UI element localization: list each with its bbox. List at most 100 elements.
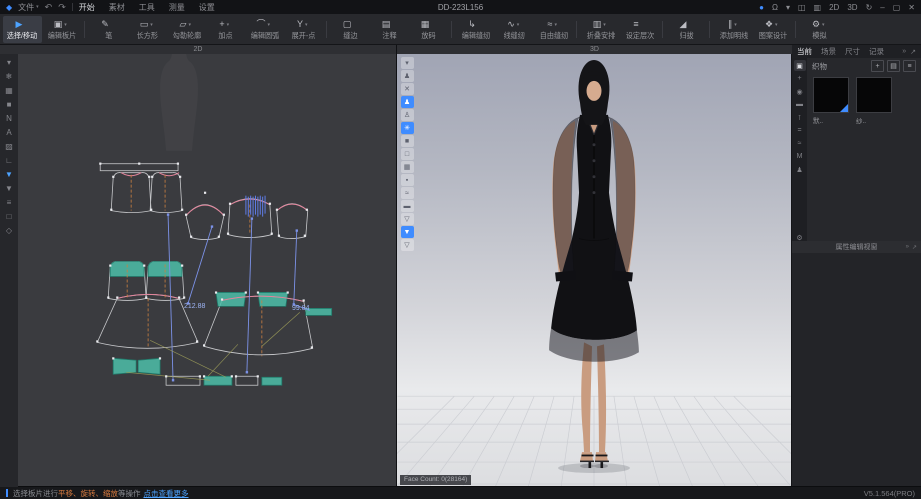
- tab-scene[interactable]: 场景: [821, 46, 836, 57]
- undo-button[interactable]: ↶: [45, 2, 53, 13]
- edit-arc-button[interactable]: ⌒▾ 编辑圆弧: [245, 16, 284, 43]
- texture-icon[interactable]: ▨: [2, 140, 16, 153]
- avatar-selected-icon[interactable]: ♟: [401, 96, 414, 108]
- view-2d-button[interactable]: 2D: [829, 3, 839, 12]
- material-tab-icon[interactable]: M: [794, 151, 806, 162]
- fabric-swatch-yarn[interactable]: 纱..: [856, 77, 892, 125]
- normal-map-icon[interactable]: N: [2, 112, 16, 125]
- layout-columns-icon[interactable]: ▥: [814, 3, 822, 12]
- topstitch-tab-icon[interactable]: ▬: [794, 99, 806, 110]
- grid-3d-icon[interactable]: ▦: [401, 161, 414, 173]
- view-3d-button[interactable]: 3D: [847, 3, 857, 12]
- chevron-down-icon: ▾: [36, 4, 39, 10]
- pressure-map-icon[interactable]: ❄: [2, 70, 16, 83]
- bell-caret-icon[interactable]: ▾: [786, 3, 790, 12]
- grading-button[interactable]: ▦ 放码: [409, 16, 448, 43]
- fabric-section-title: 织物: [812, 61, 827, 72]
- learn-more-link[interactable]: 点击查看更多: [144, 488, 189, 499]
- add-point-button[interactable]: +▾ 加点: [206, 16, 245, 43]
- edit-sewing-button[interactable]: ↳ 编辑缝纫: [456, 16, 495, 43]
- tape-tab-icon[interactable]: ≈: [794, 138, 806, 149]
- collapse-icon[interactable]: ▾: [2, 56, 16, 69]
- file-menu[interactable]: 文件▾: [18, 2, 39, 13]
- menu-start[interactable]: 开始: [79, 2, 95, 13]
- unfold-point-button[interactable]: Y▾ 展开-点: [284, 16, 323, 43]
- free-sewing-button[interactable]: ≈▾ 自由缝纫: [534, 16, 573, 43]
- avatar-canvas[interactable]: [397, 45, 792, 487]
- redo-button[interactable]: ↷: [58, 2, 66, 13]
- prop-collapse-icon[interactable]: »: [906, 244, 909, 251]
- collapse-panel-icon[interactable]: »: [902, 48, 906, 56]
- show-bones-icon[interactable]: ✕: [401, 83, 414, 95]
- prop-expand-icon[interactable]: ↗: [912, 244, 917, 251]
- garment-visible-icon[interactable]: ▼: [2, 168, 16, 181]
- minimize-button[interactable]: –: [880, 3, 884, 12]
- garment-3d-alt-icon[interactable]: ▽: [401, 239, 414, 251]
- seamline-icon[interactable]: ≡: [2, 196, 16, 209]
- fill-icon[interactable]: ■: [2, 98, 16, 111]
- show-points-icon[interactable]: ✳: [401, 122, 414, 134]
- corner-icon[interactable]: ∟: [2, 154, 16, 167]
- paper-icon[interactable]: □: [2, 210, 16, 223]
- notification-bell-icon[interactable]: Ω: [772, 3, 778, 12]
- stitchline-tab-icon[interactable]: =: [794, 125, 806, 136]
- tab-current[interactable]: 当前: [797, 46, 812, 57]
- menu-settings[interactable]: 设置: [199, 2, 215, 13]
- grid-icon[interactable]: ▦: [2, 84, 16, 97]
- add-fabric-button[interactable]: +: [871, 60, 884, 72]
- sync-icon[interactable]: ↻: [866, 3, 873, 12]
- annotation-icon[interactable]: A: [2, 126, 16, 139]
- avatar-tab-icon[interactable]: ♟: [794, 164, 806, 175]
- trim-tab-icon[interactable]: +: [794, 73, 806, 84]
- garment-3d-visible-icon[interactable]: ▼: [401, 226, 414, 238]
- mannequin-stand-icon[interactable]: ♙: [401, 109, 414, 121]
- collapse-icon[interactable]: ▾: [401, 57, 414, 69]
- fabric-tab-icon[interactable]: ▣: [794, 60, 806, 71]
- seam-edge-button[interactable]: ▢ 缝边: [331, 16, 370, 43]
- edit-pattern-button[interactable]: ▣▾ 编辑板片: [42, 16, 81, 43]
- button-tab-icon[interactable]: ◉: [794, 86, 806, 97]
- set-layer-button[interactable]: ≡ 设定层次: [620, 16, 659, 43]
- tab-size[interactable]: 尺寸: [845, 46, 860, 57]
- annotate-button[interactable]: ▤ 注释: [370, 16, 409, 43]
- tape-3d-icon[interactable]: ▬: [401, 200, 414, 212]
- measurement-label-2: 99.84: [292, 305, 310, 312]
- fabric-white-icon[interactable]: □: [401, 148, 414, 160]
- rectangle-button[interactable]: ▭▾ 长方形: [128, 16, 167, 43]
- viewport-3d[interactable]: 3D: [396, 45, 792, 487]
- trace-button[interactable]: ▱▾ 勾勒轮廓: [167, 16, 206, 43]
- fabric-swatch-default[interactable]: 默..: [813, 77, 849, 125]
- pattern-canvas[interactable]: [0, 45, 396, 487]
- list-view-button[interactable]: ≡: [903, 60, 916, 72]
- zipper-tab-icon[interactable]: ⊺: [794, 112, 806, 123]
- user-avatar[interactable]: ●: [759, 3, 764, 12]
- viewport-2d[interactable]: 2D: [0, 45, 396, 487]
- iron-button[interactable]: ◢ 归拔: [667, 16, 706, 43]
- layout-split-icon[interactable]: ◫: [798, 3, 806, 12]
- pattern-design-button[interactable]: ❖▾ 图案设计: [753, 16, 792, 43]
- select-move-button[interactable]: ▶ 选择/移动: [3, 16, 42, 43]
- grid-view-button[interactable]: ▤: [887, 60, 900, 72]
- fabric-solid-icon[interactable]: ■: [401, 135, 414, 147]
- close-button[interactable]: ✕: [908, 3, 915, 12]
- expand-panel-icon[interactable]: ↗: [910, 48, 916, 56]
- menu-tools[interactable]: 工具: [139, 2, 155, 13]
- show-avatar-icon[interactable]: ♟: [401, 70, 414, 82]
- pen-button[interactable]: ✎ 笔: [89, 16, 128, 43]
- piece-outline-icon[interactable]: ◇: [2, 224, 16, 237]
- pin-3d-icon[interactable]: ▪: [401, 174, 414, 186]
- property-panel-header: 属性编辑视窗 » ↗: [792, 241, 921, 253]
- titlebar-controls: ● Ω ▾ ◫ ▥ 2D 3D ↻–▢ ✕: [759, 3, 915, 12]
- simulate-button[interactable]: ⚙▾ 模拟: [800, 16, 839, 43]
- maximize-button[interactable]: ▢: [893, 3, 901, 12]
- garment-3d-icon[interactable]: ▽: [401, 213, 414, 225]
- fold-arrange-button[interactable]: ▥▾ 折叠安排: [581, 16, 620, 43]
- topstitch-button[interactable]: ∥▾ 添加明线: [714, 16, 753, 43]
- fabric-panel: 织物 +▤≡ 默.. 纱..: [807, 58, 921, 241]
- menu-material[interactable]: 素材: [109, 2, 125, 13]
- tab-history[interactable]: 记录: [869, 46, 884, 57]
- stitch-3d-icon[interactable]: ≈: [401, 187, 414, 199]
- line-sewing-button[interactable]: ∿▾ 线缝纫: [495, 16, 534, 43]
- menu-measure[interactable]: 测量: [169, 2, 185, 13]
- garment-hidden-icon[interactable]: ▼: [2, 182, 16, 195]
